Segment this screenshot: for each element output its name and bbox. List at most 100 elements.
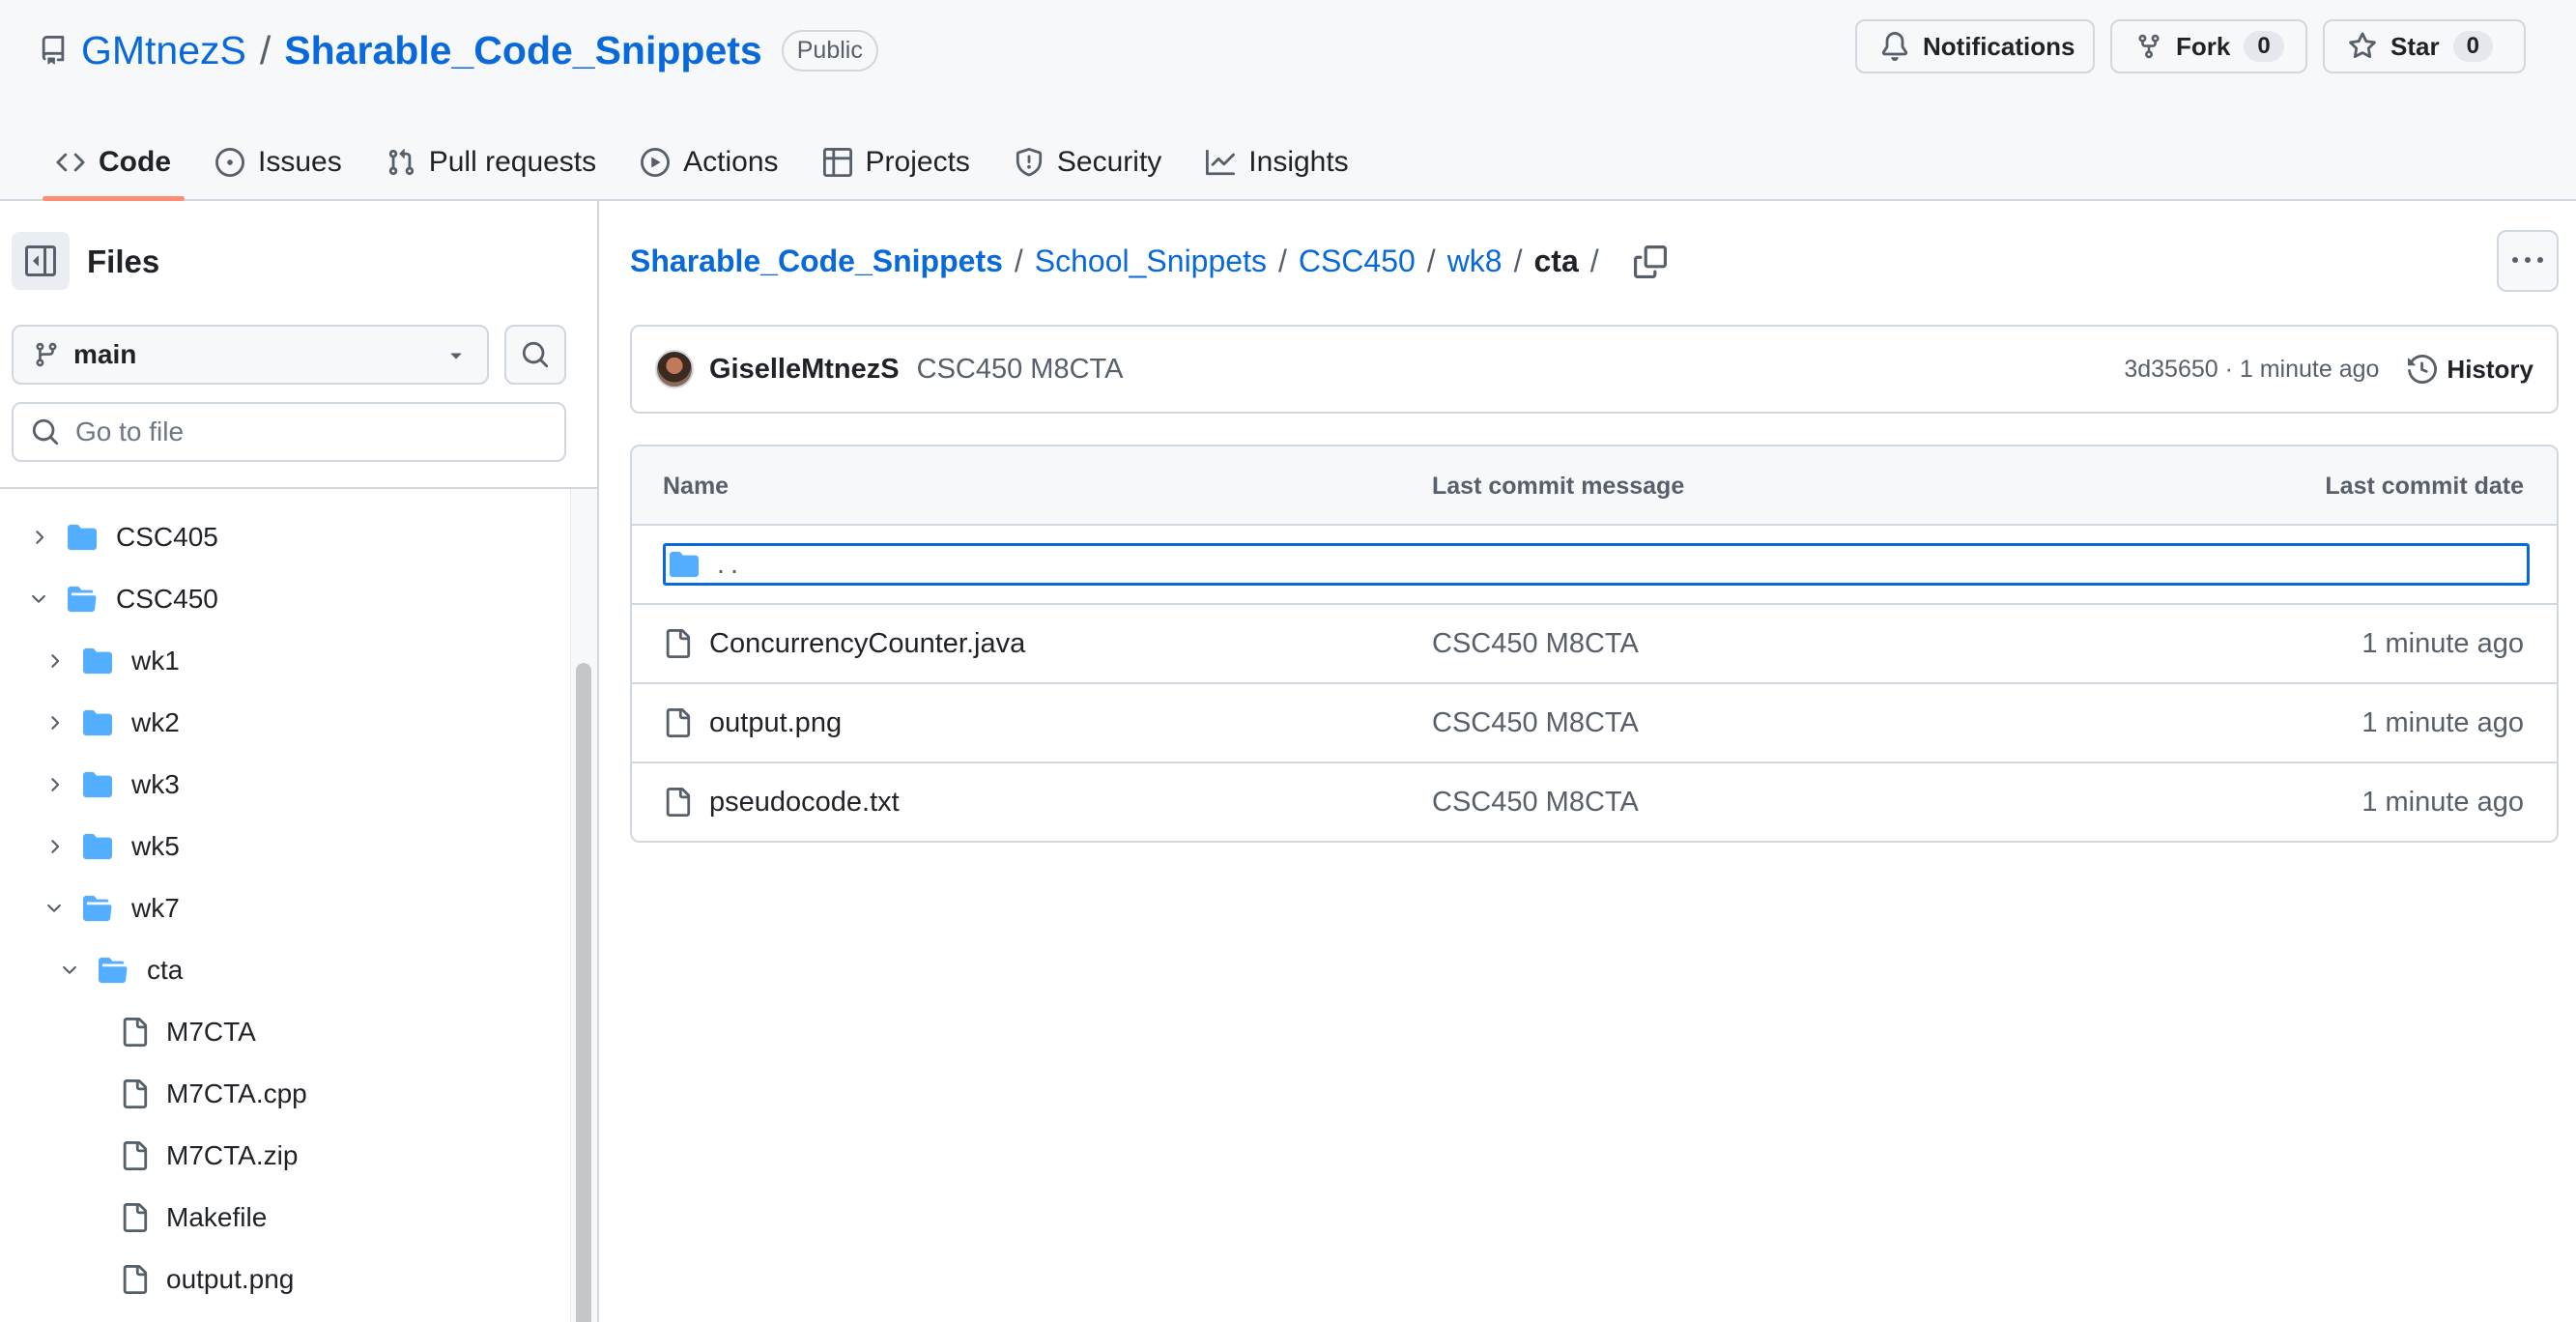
folder-icon [81, 832, 114, 861]
file-icon [120, 1265, 149, 1294]
tree-file-item[interactable]: output.png [0, 1249, 568, 1310]
tree-file-item[interactable]: M7CTA.zip [0, 1125, 568, 1187]
commit-date: 1 minute ago [2361, 786, 2524, 818]
repo-separator: / [259, 27, 272, 72]
commit-message-link[interactable]: CSC450 M8CTA [1432, 605, 1639, 682]
tree-item-label: output.png [166, 1264, 295, 1294]
notifications-button[interactable]: Notifications [1855, 19, 2095, 73]
tree-folder-item[interactable]: wk3 [0, 754, 568, 816]
graph-icon [1206, 148, 1236, 177]
chevron-right-icon[interactable] [43, 650, 66, 672]
tree-item-label: M7CTA.cpp [166, 1078, 307, 1108]
file-icon [120, 1141, 149, 1170]
caret-down-icon [444, 343, 468, 366]
breadcrumb: Sharable_Code_Snippets / School_Snippets… [630, 244, 1667, 279]
notifications-label: Notifications [1923, 31, 2075, 61]
commit-message-link[interactable]: CSC450 M8CTA [1432, 763, 1639, 841]
sidebar-scrollbar-thumb[interactable] [576, 663, 591, 1322]
table-icon [822, 148, 852, 177]
tab-actions[interactable]: Actions [623, 126, 795, 199]
file-icon [120, 1203, 149, 1232]
tree-folder-item[interactable]: cta [0, 939, 568, 1001]
issue-icon [215, 148, 244, 177]
parent-directory-row[interactable]: .. [632, 526, 2557, 605]
chevron-down-icon[interactable] [58, 960, 81, 981]
tree-item-label: wk1 [131, 646, 180, 675]
table-row[interactable]: ConcurrencyCounter.java CSC450 M8CTA 1 m… [632, 605, 2557, 684]
table-header: Name Last commit message Last commit dat… [632, 446, 2557, 526]
repo-owner-link[interactable]: GMtnezS [81, 28, 246, 73]
search-files-button[interactable] [504, 325, 566, 385]
chevron-down-icon[interactable] [27, 589, 50, 610]
history-button[interactable]: History [2408, 355, 2533, 385]
breadcrumb-current: cta [1533, 244, 1579, 278]
folder-icon [669, 550, 700, 579]
commit-message-link[interactable]: CSC450 M8CTA [1432, 684, 1639, 762]
breadcrumb-link-school-snippets[interactable]: School_Snippets [1035, 244, 1267, 279]
tab-code[interactable]: Code [39, 126, 188, 201]
avatar[interactable] [655, 350, 694, 388]
tab-issues[interactable]: Issues [198, 126, 359, 199]
fork-button[interactable]: Fork 0 [2110, 19, 2307, 73]
tab-security[interactable]: Security [997, 126, 1179, 199]
tree-folder-item[interactable]: CSC450 [0, 568, 568, 630]
tree-file-item[interactable]: Makefile [0, 1187, 568, 1249]
tree-folder-item[interactable]: wk7 [0, 877, 568, 939]
tab-security-label: Security [1056, 146, 1162, 178]
folder-open-icon [97, 956, 129, 985]
tree-item-label: wk7 [131, 893, 180, 923]
breadcrumb-link-repo[interactable]: Sharable_Code_Snippets [630, 244, 1003, 279]
file-name-link[interactable]: ConcurrencyCounter.java [709, 628, 1025, 660]
tab-pull-requests[interactable]: Pull requests [369, 126, 614, 199]
copy-path-button[interactable] [1633, 244, 1667, 278]
pull-request-icon [386, 148, 415, 177]
history-label: History [2447, 354, 2533, 384]
chevron-right-icon[interactable] [43, 836, 66, 857]
chevron-right-icon[interactable] [43, 774, 66, 795]
file-name-link[interactable]: output.png [709, 707, 842, 739]
tab-insights-label: Insights [1248, 146, 1349, 178]
tree-file-item[interactable]: M7CTA.cpp [0, 1063, 568, 1125]
breadcrumb-separator: / [1014, 244, 1023, 278]
commit-message-link[interactable]: CSC450 M8CTA [917, 354, 1124, 386]
table-row[interactable]: output.png CSC450 M8CTA 1 minute ago [632, 684, 2557, 763]
chevron-down-icon[interactable] [43, 898, 66, 919]
tree-item-label: CSC450 [116, 584, 218, 614]
tab-projects-label: Projects [865, 146, 970, 178]
more-options-button[interactable] [2497, 230, 2559, 292]
tab-projects[interactable]: Projects [806, 126, 987, 199]
tree-folder-item[interactable]: wk1 [0, 630, 568, 692]
tree-folder-item[interactable]: wk2 [0, 692, 568, 754]
tree-item-label: Makefile [166, 1202, 268, 1232]
repo-name-link[interactable]: Sharable_Code_Snippets [284, 28, 761, 73]
table-row[interactable]: pseudocode.txt CSC450 M8CTA 1 minute ago [632, 763, 2557, 841]
file-name-cell[interactable]: pseudocode.txt [663, 763, 900, 841]
tree-folder-item[interactable]: CSC405 [0, 506, 568, 568]
folder-open-icon [66, 585, 99, 614]
commit-meta[interactable]: 3d35650 · 1 minute ago [2124, 356, 2379, 384]
latest-commit-bar: GiselleMtnezS CSC450 M8CTA 3d35650 · 1 m… [630, 325, 2559, 414]
star-label: Star [2390, 31, 2440, 61]
go-to-file-input[interactable] [75, 417, 539, 447]
tree-file-item[interactable]: M7CTA [0, 1001, 568, 1063]
tree-folder-item[interactable]: CSC400 [0, 491, 568, 506]
branch-selector[interactable]: main [12, 325, 489, 385]
chevron-right-icon[interactable] [27, 527, 50, 548]
go-to-file-field[interactable] [12, 402, 566, 462]
breadcrumb-link-csc450[interactable]: CSC450 [1299, 244, 1416, 279]
collapse-sidebar-button[interactable] [12, 232, 70, 290]
star-button[interactable]: Star 0 [2323, 19, 2526, 73]
file-name-cell[interactable]: output.png [663, 684, 842, 762]
tree-folder-item[interactable]: wk5 [0, 816, 568, 877]
tab-insights[interactable]: Insights [1188, 126, 1365, 199]
commit-author-link[interactable]: GiselleMtnezS [709, 354, 900, 386]
file-name-link[interactable]: pseudocode.txt [709, 787, 900, 819]
parent-directory-cell[interactable]: .. [669, 526, 744, 603]
fork-icon [2135, 33, 2162, 60]
breadcrumb-link-wk8[interactable]: wk8 [1447, 244, 1503, 279]
tab-pull-requests-label: Pull requests [428, 146, 597, 178]
chevron-right-icon[interactable] [43, 712, 66, 733]
breadcrumb-separator: / [1277, 244, 1287, 278]
file-name-cell[interactable]: ConcurrencyCounter.java [663, 605, 1025, 682]
file-icon [120, 1018, 149, 1047]
